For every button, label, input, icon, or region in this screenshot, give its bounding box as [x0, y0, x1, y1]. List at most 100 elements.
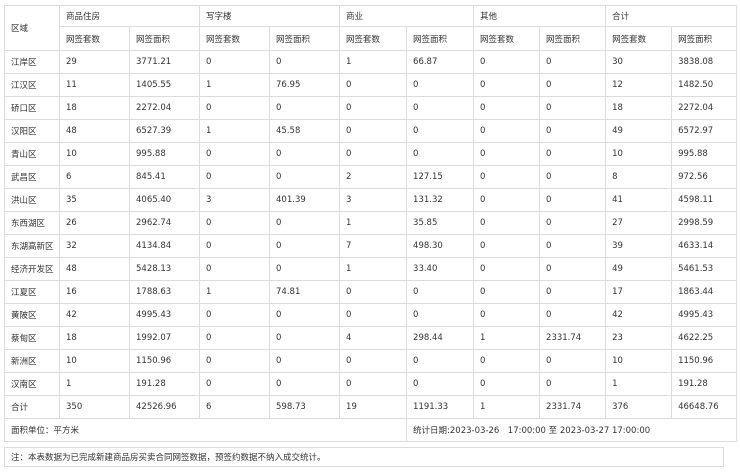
area-cell: 0 [406, 303, 475, 327]
count-cell: 0 [199, 96, 271, 120]
district-cell: 汉阳区 [4, 119, 60, 143]
district-cell: 东西湖区 [4, 211, 60, 235]
group-header-commercial: 商业 [339, 5, 475, 27]
table-row: 洪山区 35 4065.40 3 401.39 3 131.32 0 0 41 4598.11 [4, 188, 738, 212]
count-cell: 18 [59, 96, 130, 120]
area-cell: 0 [406, 119, 475, 143]
area-cell: 0 [269, 211, 341, 235]
area-cell: 0 [269, 234, 341, 258]
table-body: 江岸区 29 3771.21 0 0 1 66.87 0 0 30 3838.08 江汉区 11 1405… [4, 50, 738, 419]
sub-header-count: 网签套数 [473, 26, 541, 51]
count-cell: 48 [59, 119, 130, 143]
area-cell: 0 [539, 372, 607, 396]
area-cell: 972.56 [671, 165, 738, 189]
district-cell: 新洲区 [4, 349, 60, 373]
count-cell: 23 [605, 326, 673, 350]
area-cell: 1405.55 [128, 73, 201, 97]
district-cell: 蔡甸区 [4, 326, 60, 350]
count-cell: 1 [339, 50, 408, 74]
table-row: 硚口区 18 2272.04 0 0 0 0 0 0 18 2272.04 [4, 96, 738, 120]
count-cell: 0 [199, 234, 271, 258]
district-cell: 合计 [4, 395, 60, 419]
area-cell: 45.58 [269, 119, 341, 143]
table-row: 青山区 10 995.88 0 0 0 0 0 0 10 995.88 [4, 142, 738, 166]
count-cell: 0 [199, 165, 271, 189]
count-cell: 0 [199, 326, 271, 350]
count-cell: 42 [605, 303, 673, 327]
table-row: 汉南区 1 191.28 0 0 0 0 0 0 1 191.28 [4, 372, 738, 396]
area-cell: 598.73 [269, 395, 341, 419]
district-cell: 江夏区 [4, 280, 60, 304]
count-cell: 0 [473, 303, 541, 327]
count-cell: 0 [199, 257, 271, 281]
count-cell: 29 [59, 50, 130, 74]
count-cell: 18 [605, 96, 673, 120]
count-cell: 0 [199, 349, 271, 373]
sales-table: 区域 商品住房 写字楼 商业 其他 合计 网签套数 网签面积 网签套数 网签面积… [3, 5, 738, 442]
count-cell: 6 [199, 395, 271, 419]
count-cell: 41 [605, 188, 673, 212]
area-cell: 1191.33 [406, 395, 475, 419]
area-cell: 0 [406, 96, 475, 120]
area-cell: 1482.50 [671, 73, 738, 97]
footnote: 注：本表数据为已完成新建商品房买卖合同网签数据，预签约数据不纳入成交统计。 [4, 447, 724, 467]
count-cell: 2 [339, 165, 408, 189]
count-cell: 49 [605, 257, 673, 281]
count-cell: 376 [605, 395, 673, 419]
area-cell: 4622.25 [671, 326, 738, 350]
count-cell: 16 [59, 280, 130, 304]
area-cell: 401.39 [269, 188, 341, 212]
area-cell: 3838.08 [671, 50, 738, 74]
table-row: 东湖高新区 32 4134.84 0 0 7 498.30 0 0 39 4633.14 [4, 234, 738, 258]
count-cell: 48 [59, 257, 130, 281]
count-cell: 0 [339, 73, 408, 97]
count-cell: 19 [339, 395, 408, 419]
count-cell: 0 [339, 142, 408, 166]
sub-header-count: 网签套数 [605, 26, 673, 51]
area-cell: 1788.63 [128, 280, 201, 304]
area-cell: 0 [269, 303, 341, 327]
page: 区域 商品住房 写字楼 商业 其他 合计 网签套数 网签面积 网签套数 网签面积… [0, 0, 740, 472]
count-cell: 10 [605, 142, 673, 166]
count-cell: 1 [59, 372, 130, 396]
sub-header-area: 网签面积 [539, 26, 607, 51]
area-cell: 74.81 [269, 280, 341, 304]
count-cell: 0 [473, 165, 541, 189]
count-cell: 3 [339, 188, 408, 212]
area-cell: 5428.13 [128, 257, 201, 281]
district-cell: 青山区 [4, 142, 60, 166]
area-cell: 131.32 [406, 188, 475, 212]
area-cell: 4065.40 [128, 188, 201, 212]
count-cell: 17 [605, 280, 673, 304]
area-cell: 0 [539, 119, 607, 143]
area-cell: 2272.04 [671, 96, 738, 120]
area-cell: 1863.44 [671, 280, 738, 304]
table-row: 蔡甸区 18 1992.07 0 0 4 298.44 1 2331.74 23 4622.25 [4, 326, 738, 350]
area-cell: 0 [269, 50, 341, 74]
count-cell: 0 [473, 50, 541, 74]
area-cell: 0 [406, 280, 475, 304]
area-cell: 76.95 [269, 73, 341, 97]
count-cell: 1 [199, 119, 271, 143]
area-cell: 0 [539, 349, 607, 373]
count-cell: 1 [339, 257, 408, 281]
area-cell: 191.28 [128, 372, 201, 396]
count-cell: 0 [339, 96, 408, 120]
sub-header-area: 网签面积 [406, 26, 475, 51]
count-cell: 0 [473, 119, 541, 143]
count-cell: 26 [59, 211, 130, 235]
area-cell: 6572.97 [671, 119, 738, 143]
area-cell: 0 [269, 372, 341, 396]
area-cell: 1992.07 [128, 326, 201, 350]
group-header-row: 区域 商品住房 写字楼 商业 其他 合计 [4, 5, 738, 51]
count-cell: 0 [473, 211, 541, 235]
area-cell: 0 [539, 96, 607, 120]
table-row: 武昌区 6 845.41 0 0 2 127.15 0 0 8 972.56 [4, 165, 738, 189]
area-cell: 0 [539, 303, 607, 327]
area-cell: 0 [269, 142, 341, 166]
count-cell: 0 [473, 372, 541, 396]
area-cell: 0 [539, 188, 607, 212]
sub-header-area: 网签面积 [269, 26, 341, 51]
area-cell: 35.85 [406, 211, 475, 235]
count-cell: 49 [605, 119, 673, 143]
